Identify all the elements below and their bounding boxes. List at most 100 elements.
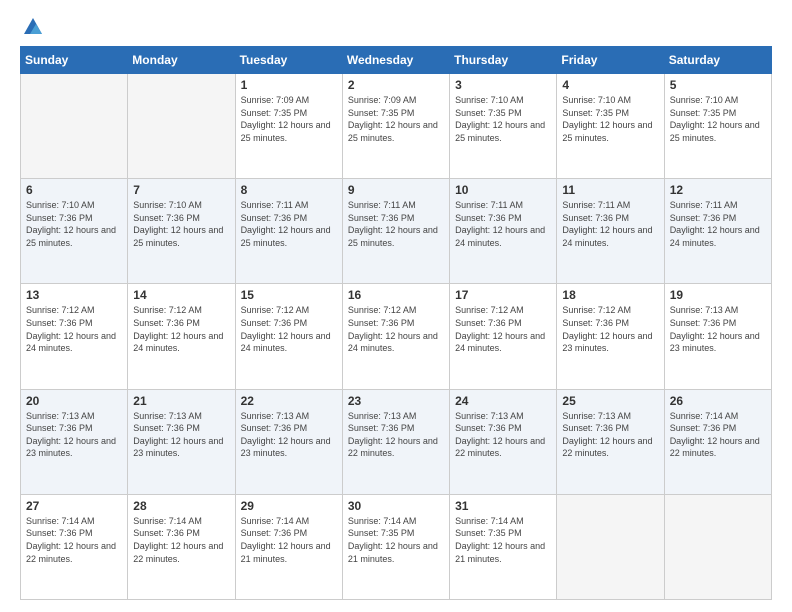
day-info: Sunrise: 7:11 AM Sunset: 7:36 PM Dayligh… <box>455 199 551 249</box>
calendar-header-row: SundayMondayTuesdayWednesdayThursdayFrid… <box>21 47 772 74</box>
calendar-day-cell: 27 Sunrise: 7:14 AM Sunset: 7:36 PM Dayli… <box>21 494 128 599</box>
day-number: 27 <box>26 499 122 513</box>
logo-icon <box>22 16 44 38</box>
calendar-day-cell <box>557 494 664 599</box>
day-number: 7 <box>133 183 229 197</box>
calendar-day-cell: 11 Sunrise: 7:11 AM Sunset: 7:36 PM Dayli… <box>557 179 664 284</box>
day-info: Sunrise: 7:13 AM Sunset: 7:36 PM Dayligh… <box>241 410 337 460</box>
calendar-day-cell: 16 Sunrise: 7:12 AM Sunset: 7:36 PM Dayli… <box>342 284 449 389</box>
calendar-day-cell <box>664 494 771 599</box>
calendar-day-cell: 12 Sunrise: 7:11 AM Sunset: 7:36 PM Dayli… <box>664 179 771 284</box>
calendar-day-cell <box>21 74 128 179</box>
day-number: 22 <box>241 394 337 408</box>
header <box>20 16 772 38</box>
day-info: Sunrise: 7:11 AM Sunset: 7:36 PM Dayligh… <box>670 199 766 249</box>
day-info: Sunrise: 7:10 AM Sunset: 7:35 PM Dayligh… <box>455 94 551 144</box>
calendar-day-cell: 8 Sunrise: 7:11 AM Sunset: 7:36 PM Daylig… <box>235 179 342 284</box>
day-info: Sunrise: 7:14 AM Sunset: 7:35 PM Dayligh… <box>348 515 444 565</box>
day-info: Sunrise: 7:14 AM Sunset: 7:35 PM Dayligh… <box>455 515 551 565</box>
day-number: 11 <box>562 183 658 197</box>
day-number: 16 <box>348 288 444 302</box>
day-number: 1 <box>241 78 337 92</box>
day-info: Sunrise: 7:14 AM Sunset: 7:36 PM Dayligh… <box>133 515 229 565</box>
calendar-day-cell: 18 Sunrise: 7:12 AM Sunset: 7:36 PM Dayli… <box>557 284 664 389</box>
day-info: Sunrise: 7:12 AM Sunset: 7:36 PM Dayligh… <box>26 304 122 354</box>
weekday-header: Tuesday <box>235 47 342 74</box>
day-number: 25 <box>562 394 658 408</box>
day-info: Sunrise: 7:13 AM Sunset: 7:36 PM Dayligh… <box>562 410 658 460</box>
day-info: Sunrise: 7:14 AM Sunset: 7:36 PM Dayligh… <box>670 410 766 460</box>
day-info: Sunrise: 7:11 AM Sunset: 7:36 PM Dayligh… <box>562 199 658 249</box>
day-number: 26 <box>670 394 766 408</box>
day-info: Sunrise: 7:12 AM Sunset: 7:36 PM Dayligh… <box>348 304 444 354</box>
day-number: 17 <box>455 288 551 302</box>
calendar-day-cell: 5 Sunrise: 7:10 AM Sunset: 7:35 PM Daylig… <box>664 74 771 179</box>
calendar-day-cell: 7 Sunrise: 7:10 AM Sunset: 7:36 PM Daylig… <box>128 179 235 284</box>
day-info: Sunrise: 7:14 AM Sunset: 7:36 PM Dayligh… <box>26 515 122 565</box>
calendar-day-cell: 31 Sunrise: 7:14 AM Sunset: 7:35 PM Dayli… <box>450 494 557 599</box>
day-info: Sunrise: 7:13 AM Sunset: 7:36 PM Dayligh… <box>133 410 229 460</box>
calendar-day-cell: 20Sunrise: 7:13 AM Sunset: 7:36 PM Dayli… <box>21 389 128 494</box>
day-number: 18 <box>562 288 658 302</box>
day-info: Sunrise: 7:10 AM Sunset: 7:35 PM Dayligh… <box>562 94 658 144</box>
logo <box>20 16 44 38</box>
weekday-header: Thursday <box>450 47 557 74</box>
calendar-day-cell: 23Sunrise: 7:13 AM Sunset: 7:36 PM Dayli… <box>342 389 449 494</box>
day-info: Sunrise: 7:13 AM Sunset: 7:36 PM Dayligh… <box>455 410 551 460</box>
day-number: 2 <box>348 78 444 92</box>
day-number: 8 <box>241 183 337 197</box>
weekday-header: Wednesday <box>342 47 449 74</box>
calendar-week-row: 20 Sunrise: 7:13 AM Sunset: 7:36 PM Dayli… <box>21 389 772 494</box>
day-info: Sunrise: 7:10 AM Sunset: 7:36 PM Dayligh… <box>133 199 229 249</box>
calendar-day-cell: 14 Sunrise: 7:12 AM Sunset: 7:36 PM Dayli… <box>128 284 235 389</box>
day-number: 15 <box>241 288 337 302</box>
weekday-header: Monday <box>128 47 235 74</box>
day-info: Sunrise: 7:12 AM Sunset: 7:36 PM Dayligh… <box>562 304 658 354</box>
day-number: 24 <box>455 394 551 408</box>
day-number: 12 <box>670 183 766 197</box>
calendar-day-cell: 1 Sunrise: 7:09 AM Sunset: 7:35 PM Daylig… <box>235 74 342 179</box>
calendar-day-cell: 3 Sunrise: 7:10 AM Sunset: 7:35 PM Daylig… <box>450 74 557 179</box>
calendar-day-cell: 25 Sunrise: 7:13 AM Sunset: 7:36 PM Dayli… <box>557 389 664 494</box>
calendar-day-cell: 10 Sunrise: 7:11 AM Sunset: 7:36 PM Dayli… <box>450 179 557 284</box>
calendar-week-row: 1 Sunrise: 7:09 AM Sunset: 7:35 PM Daylig… <box>21 74 772 179</box>
calendar-day-cell: 22 Sunrise: 7:13 AM Sunset: 7:36 PM Dayli… <box>235 389 342 494</box>
day-info: Sunrise: 7:12 AM Sunset: 7:36 PM Dayligh… <box>455 304 551 354</box>
calendar-day-cell <box>128 74 235 179</box>
day-number: 31 <box>455 499 551 513</box>
day-number: 9 <box>348 183 444 197</box>
weekday-header: Sunday <box>21 47 128 74</box>
day-info: Sunrise: 7:09 AM Sunset: 7:35 PM Dayligh… <box>348 94 444 144</box>
day-number: 4 <box>562 78 658 92</box>
calendar-day-cell: 17 Sunrise: 7:12 AM Sunset: 7:36 PM Dayli… <box>450 284 557 389</box>
calendar-day-cell: 28Sunrise: 7:14 AM Sunset: 7:36 PM Dayli… <box>128 494 235 599</box>
day-info: Sunrise: 7:11 AM Sunset: 7:36 PM Dayligh… <box>241 199 337 249</box>
day-number: 3 <box>455 78 551 92</box>
calendar-day-cell: 21Sunrise: 7:13 AM Sunset: 7:36 PM Dayli… <box>128 389 235 494</box>
calendar-day-cell: 26 Sunrise: 7:14 AM Sunset: 7:36 PM Dayli… <box>664 389 771 494</box>
day-info: Sunrise: 7:10 AM Sunset: 7:36 PM Dayligh… <box>26 199 122 249</box>
calendar-week-row: 13 Sunrise: 7:12 AM Sunset: 7:36 PM Dayli… <box>21 284 772 389</box>
day-number: 14 <box>133 288 229 302</box>
day-number: 13 <box>26 288 122 302</box>
day-number: 20 <box>26 394 122 408</box>
calendar-day-cell: 4 Sunrise: 7:10 AM Sunset: 7:35 PM Daylig… <box>557 74 664 179</box>
day-info: Sunrise: 7:09 AM Sunset: 7:35 PM Dayligh… <box>241 94 337 144</box>
day-number: 10 <box>455 183 551 197</box>
day-number: 29 <box>241 499 337 513</box>
calendar-week-row: 6 Sunrise: 7:10 AM Sunset: 7:36 PM Daylig… <box>21 179 772 284</box>
page: SundayMondayTuesdayWednesdayThursdayFrid… <box>0 0 792 612</box>
calendar-day-cell: 29Sunrise: 7:14 AM Sunset: 7:36 PM Dayli… <box>235 494 342 599</box>
day-info: Sunrise: 7:10 AM Sunset: 7:35 PM Dayligh… <box>670 94 766 144</box>
day-info: Sunrise: 7:13 AM Sunset: 7:36 PM Dayligh… <box>670 304 766 354</box>
calendar-day-cell: 13 Sunrise: 7:12 AM Sunset: 7:36 PM Dayli… <box>21 284 128 389</box>
day-info: Sunrise: 7:11 AM Sunset: 7:36 PM Dayligh… <box>348 199 444 249</box>
day-number: 6 <box>26 183 122 197</box>
day-info: Sunrise: 7:12 AM Sunset: 7:36 PM Dayligh… <box>241 304 337 354</box>
weekday-header: Saturday <box>664 47 771 74</box>
calendar-day-cell: 2 Sunrise: 7:09 AM Sunset: 7:35 PM Daylig… <box>342 74 449 179</box>
day-number: 5 <box>670 78 766 92</box>
day-info: Sunrise: 7:13 AM Sunset: 7:36 PM Dayligh… <box>348 410 444 460</box>
day-number: 19 <box>670 288 766 302</box>
day-info: Sunrise: 7:12 AM Sunset: 7:36 PM Dayligh… <box>133 304 229 354</box>
